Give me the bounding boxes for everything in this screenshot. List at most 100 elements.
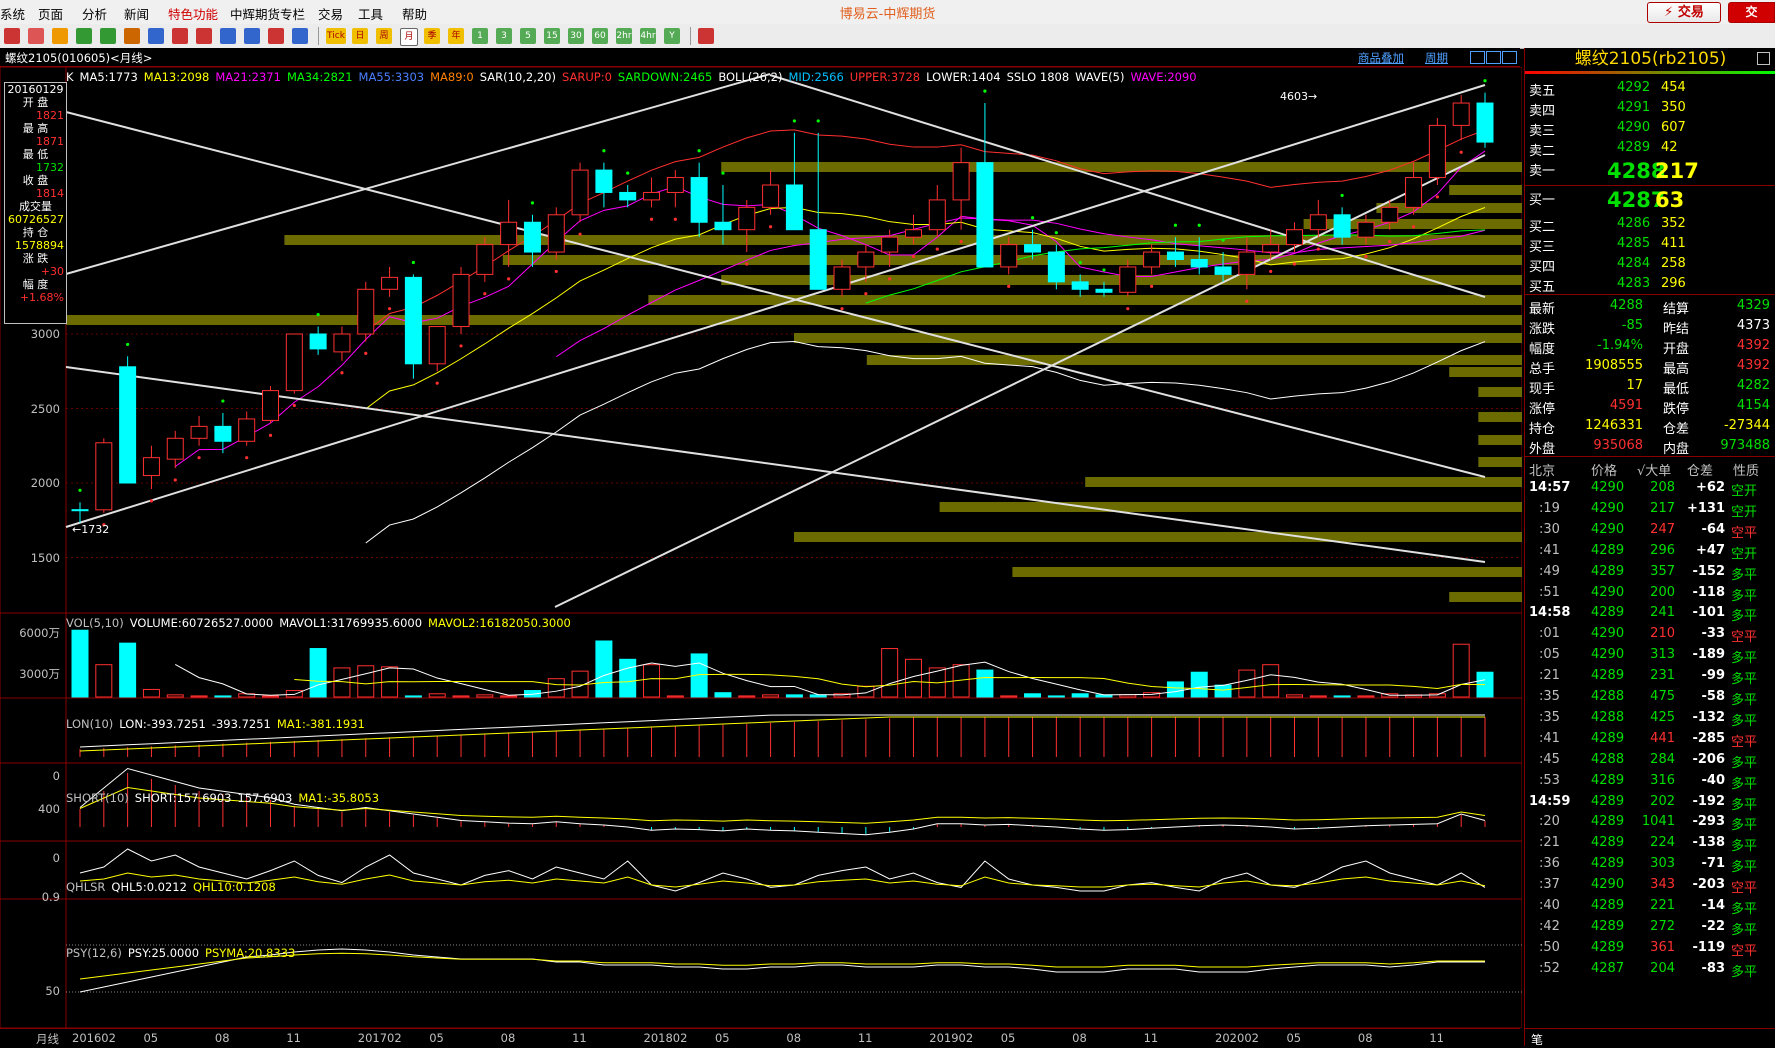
candle-body	[71, 509, 89, 512]
tick-volume: 217	[1650, 500, 1675, 516]
candle-body	[571, 169, 589, 216]
tick-oi-change: -285	[1692, 730, 1725, 746]
time-tick: 08	[500, 1031, 516, 1045]
tick-oi-change: +47	[1696, 542, 1725, 558]
menu-analysis[interactable]: 分析	[82, 4, 107, 23]
sar-dot	[126, 342, 130, 347]
period-button-5[interactable]: 季	[424, 28, 440, 44]
tick-price: 4289	[1591, 939, 1625, 955]
calendar-icon[interactable]	[698, 28, 714, 44]
tick-price: 4290	[1591, 877, 1625, 893]
minute-period-60[interactable]: 60	[592, 28, 608, 44]
minute-period-30[interactable]: 30	[568, 28, 584, 44]
new-icon[interactable]	[220, 28, 236, 44]
minute-period-1[interactable]: 1	[472, 28, 488, 44]
tick-oi-change: +62	[1696, 480, 1725, 495]
tick-time: :41	[1539, 730, 1560, 746]
sar-dot	[530, 201, 535, 205]
overlay-link[interactable]: 商品叠加	[1358, 50, 1404, 66]
tick-volume: 303	[1650, 856, 1675, 872]
indicator-value: UPPER:3728	[849, 70, 921, 84]
volume-bar	[595, 640, 613, 698]
panel-toggle-icon[interactable]	[1757, 52, 1770, 65]
candle-body	[119, 366, 137, 484]
sar-dot	[888, 277, 892, 281]
tick-time: :37	[1539, 877, 1560, 893]
quote-row: 卖三 4290 607	[1525, 118, 1775, 139]
ask-volume: 607	[1661, 120, 1686, 135]
tick-oi-change: -132	[1692, 709, 1725, 725]
volume-bar	[1357, 695, 1375, 698]
menu-page[interactable]: 页面	[38, 4, 63, 23]
volume-profile-bar	[1478, 435, 1522, 445]
tick-oi-change: -58	[1701, 689, 1726, 704]
menu-tools[interactable]: 工具	[358, 4, 383, 23]
sar-dot	[840, 307, 844, 311]
indicator-icon[interactable]	[148, 28, 164, 44]
menu-news[interactable]: 新闻	[124, 4, 149, 23]
indicator-value: LON(10)	[66, 717, 114, 731]
menu-trade[interactable]: 交易	[318, 4, 343, 23]
stat-label: 持仓	[1529, 422, 1556, 437]
help-icon[interactable]	[292, 28, 308, 44]
home-icon[interactable]	[4, 28, 20, 44]
menu-zhonghui-column[interactable]: 中辉期货专栏	[230, 4, 305, 23]
menu-bar: 系统 页面 分析 新闻 特色功能 中辉期货专栏 交易 工具 帮助 博易云-中辉期…	[0, 0, 1775, 25]
window-right-icon[interactable]	[1486, 51, 1501, 64]
volume-bar	[857, 685, 875, 698]
window-toggle-icon[interactable]	[1502, 51, 1517, 64]
menu-system[interactable]: 系统	[0, 4, 25, 23]
tick-time: :05	[1539, 647, 1560, 663]
sar-dot	[507, 277, 511, 281]
sar-dot	[1007, 284, 1011, 288]
period-button-4[interactable]: 月	[400, 28, 418, 46]
volume-bar	[547, 678, 565, 698]
tick-price: 4289	[1591, 730, 1625, 746]
filter-icon[interactable]	[196, 28, 212, 44]
minute-period-Y[interactable]: Y	[664, 28, 680, 44]
plus-icon[interactable]	[268, 28, 284, 44]
trade-button[interactable]: ⚡ 交易	[1647, 2, 1721, 23]
footer-tab-ticks[interactable]: 笔	[1531, 1031, 1543, 1048]
low-annotation: ←1732	[72, 523, 109, 536]
zoom-out-icon[interactable]	[124, 28, 140, 44]
info-value: +30	[40, 265, 64, 278]
minute-period-4hr[interactable]: 4hr	[640, 28, 656, 44]
minute-period-3[interactable]: 3	[496, 28, 512, 44]
save-icon[interactable]	[244, 28, 260, 44]
period-button-6[interactable]: 年	[448, 28, 464, 44]
candle-body	[904, 229, 922, 238]
zoom-in-icon[interactable]	[100, 28, 116, 44]
menu-special[interactable]: 特色功能	[168, 4, 218, 23]
minute-period-2hr[interactable]: 2hr	[616, 28, 632, 44]
window-left-icon[interactable]	[1470, 51, 1485, 64]
indicator-value: BOLL(26,2)	[718, 70, 783, 84]
draw-icon[interactable]	[172, 28, 188, 44]
refresh-l-icon[interactable]	[52, 28, 68, 44]
period-button-2[interactable]: 日	[352, 28, 368, 44]
info-label: 持 仓	[22, 226, 49, 239]
logout-icon[interactable]	[28, 28, 44, 44]
trade-button-secondary[interactable]: 交	[1728, 2, 1775, 23]
candle-body	[1119, 266, 1137, 293]
indicator-value: SARUP:0	[561, 70, 612, 84]
period-button-1[interactable]: Tick	[326, 28, 346, 44]
time-axis-label: 月线	[36, 1032, 59, 1046]
refresh-r-icon[interactable]	[76, 28, 92, 44]
menu-help[interactable]: 帮助	[402, 4, 427, 23]
candle-body	[476, 244, 494, 275]
period-link[interactable]: 周期	[1425, 50, 1448, 66]
quote-row: :05 4290 313 -189 多平	[1525, 645, 1775, 666]
volume-bar	[1000, 695, 1018, 698]
sar-dot	[1197, 223, 1201, 227]
bid-price: 4285	[1617, 236, 1651, 251]
minute-period-15[interactable]: 15	[544, 28, 560, 44]
bid-volume: 411	[1661, 236, 1686, 251]
quote-row: 卖二 4289 42	[1525, 138, 1775, 159]
quote-row: :35 4288 475 -58 多平	[1525, 687, 1775, 708]
tick-volume: 425	[1650, 709, 1675, 725]
minute-period-5[interactable]: 5	[520, 28, 536, 44]
indicator-value: QHL10:0.1208	[192, 880, 276, 894]
volume-bar	[142, 688, 160, 698]
period-button-3[interactable]: 周	[376, 28, 392, 44]
